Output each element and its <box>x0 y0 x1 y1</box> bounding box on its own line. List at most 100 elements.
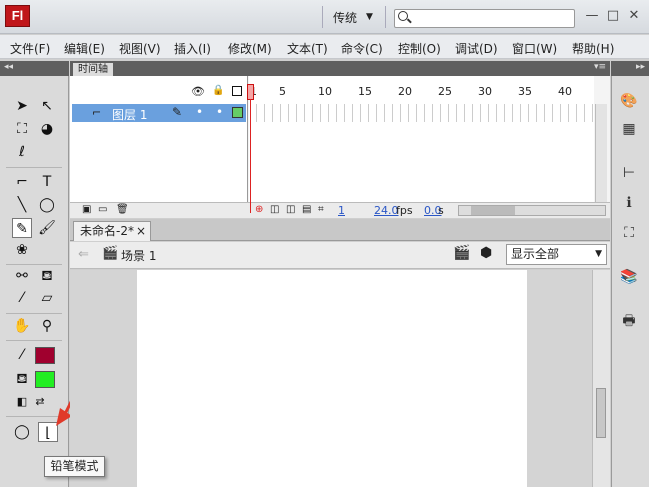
current-frame[interactable]: 1 <box>338 204 345 217</box>
selection-tool-icon[interactable]: ➤ <box>12 96 32 116</box>
eye-icon[interactable]: 👁 <box>191 85 205 98</box>
document-tab-label: 未命名-2* <box>80 224 134 238</box>
hand-tool-icon[interactable]: ✋ <box>12 316 32 336</box>
line-tool-icon[interactable]: ╲ <box>12 195 32 215</box>
menu-text[interactable]: 文本(T) <box>287 40 328 57</box>
flash-logo: Fl <box>5 5 30 27</box>
workspace-dropdown-icon[interactable]: ▼ <box>366 12 373 22</box>
menu-commands[interactable]: 命令(C) <box>341 40 383 57</box>
subselection-tool-icon[interactable]: ↖ <box>37 96 57 116</box>
object-drawing-icon[interactable]: ◯ <box>12 422 32 442</box>
zoom-tool-icon[interactable]: ⚲ <box>37 316 57 336</box>
brush-tool-icon[interactable]: 🖌 <box>37 218 57 238</box>
fps-value[interactable]: 24.0 <box>374 204 399 217</box>
title-separator <box>385 6 386 28</box>
outline-icon[interactable] <box>232 86 242 96</box>
layer-frames[interactable] <box>249 104 594 122</box>
timeline-scrollbar[interactable] <box>595 104 607 202</box>
color-panel-icon[interactable]: 🎨 <box>618 90 640 112</box>
frame-number: 35 <box>518 85 532 98</box>
stage-canvas[interactable] <box>137 270 527 487</box>
eraser-tool-icon[interactable]: ▱ <box>37 288 57 308</box>
stage-scrollbar[interactable] <box>592 270 610 487</box>
properties-panel-icon[interactable]: 🖶 <box>618 310 640 332</box>
playhead[interactable] <box>247 84 254 100</box>
frame-number: 10 <box>318 85 332 98</box>
document-tab[interactable]: 未命名-2* × <box>73 221 151 241</box>
restore-button[interactable]: □ <box>605 8 621 24</box>
chevron-down-icon[interactable]: ▼ <box>595 245 602 264</box>
scene-label[interactable]: 场景 1 <box>121 247 156 264</box>
align-panel-icon[interactable]: ⊢ <box>618 162 640 184</box>
back-arrow-icon[interactable]: ⇐ <box>78 247 89 262</box>
pencil-tool-icon[interactable]: ✎ <box>12 218 32 238</box>
frame-grid[interactable]: 1 5 10 15 20 25 30 35 40 <box>249 76 594 218</box>
menu-insert[interactable]: 插入(I) <box>174 40 211 57</box>
right-panel: 🎨 ▦ ⊢ ℹ ⛶ 📚 🖶 <box>611 76 649 487</box>
search-input[interactable] <box>394 9 575 28</box>
text-tool-icon[interactable]: T <box>37 172 57 192</box>
menu-view[interactable]: 视图(V) <box>119 40 161 57</box>
3d-rotation-tool-icon[interactable]: ◕ <box>37 119 57 139</box>
onion-outline-icon[interactable]: ◫ <box>286 204 295 215</box>
frame-number: 40 <box>558 85 572 98</box>
scroll-thumb[interactable] <box>471 206 515 215</box>
pen-tool-icon[interactable]: ⌐ <box>12 172 32 192</box>
scroll-thumb[interactable] <box>596 388 606 438</box>
time-unit: s <box>438 204 444 217</box>
stroke-color-icon: ⁄ <box>20 347 24 363</box>
eyedropper-tool-icon[interactable]: ⁄ <box>12 288 32 308</box>
oval-tool-icon[interactable]: ◯ <box>37 195 57 215</box>
layer-row[interactable]: ⌐ 图层 1 ✎ • • <box>72 104 246 122</box>
black-white-icon[interactable]: ◧ <box>12 392 32 412</box>
swatches-panel-icon[interactable]: ▦ <box>618 118 640 140</box>
info-panel-icon[interactable]: ℹ <box>618 192 640 214</box>
collapse-icon[interactable]: ◂◂ <box>4 62 13 72</box>
minimize-button[interactable]: — <box>584 8 600 24</box>
center-frame-icon[interactable]: ⊕ <box>255 204 263 215</box>
paint-bucket-tool-icon[interactable]: ⛾ <box>37 266 57 286</box>
close-button[interactable]: ✕ <box>626 8 642 24</box>
lock-dot[interactable]: • <box>216 105 223 119</box>
free-transform-tool-icon[interactable]: ⛶ <box>12 119 32 139</box>
toolbar-header[interactable]: ◂◂ <box>0 61 69 76</box>
layer-name[interactable]: 图层 1 <box>112 106 147 123</box>
menu-control[interactable]: 控制(O) <box>398 40 441 57</box>
menu-edit[interactable]: 编辑(E) <box>64 40 105 57</box>
pencil-icon: ✎ <box>172 105 183 119</box>
transform-panel-icon[interactable]: ⛶ <box>618 222 640 244</box>
tool-separator <box>6 313 62 314</box>
edit-frames-icon[interactable]: ▤ <box>302 204 311 215</box>
library-panel-icon[interactable]: 📚 <box>618 266 640 288</box>
lock-icon[interactable]: 🔒 <box>212 85 224 96</box>
zoom-select[interactable]: 显示全部 ▼ <box>506 244 607 265</box>
edit-symbol-icon[interactable]: ⬢ <box>480 245 492 261</box>
new-layer-icon[interactable]: ▣ <box>82 204 91 215</box>
menu-help[interactable]: 帮助(H) <box>572 40 614 57</box>
expand-icon[interactable]: ▸▸ <box>636 62 645 72</box>
zoom-value: 显示全部 <box>511 247 560 261</box>
workspace-switcher[interactable]: 传统 <box>333 9 357 26</box>
menu-modify[interactable]: 修改(M) <box>228 40 272 57</box>
swap-colors-icon[interactable]: ⇄ <box>30 392 50 412</box>
menu-file[interactable]: 文件(F) <box>10 40 50 57</box>
delete-icon[interactable]: 🗑 <box>116 204 129 215</box>
title-separator <box>322 6 323 28</box>
panel-menu-icon[interactable]: ▾≡ <box>594 62 606 72</box>
layer-outline-color[interactable] <box>232 107 243 118</box>
visibility-dot[interactable]: • <box>196 105 203 119</box>
timeline-hscrollbar[interactable] <box>458 205 606 216</box>
onion-skin-icon[interactable]: ◫ <box>270 204 279 215</box>
menu-debug[interactable]: 调试(D) <box>455 40 498 57</box>
new-folder-icon[interactable]: ▭ <box>98 204 107 215</box>
deco-tool-icon[interactable]: ❀ <box>12 240 32 260</box>
lasso-tool-icon[interactable]: ℓ <box>12 142 32 162</box>
edit-scene-icon[interactable]: 🎬 <box>453 245 470 261</box>
modify-markers-icon[interactable]: ⌗ <box>318 204 324 215</box>
tool-separator <box>6 167 62 168</box>
close-document-icon[interactable]: × <box>136 222 146 240</box>
bone-tool-icon[interactable]: ⚯ <box>12 266 32 286</box>
frame-number: 25 <box>438 85 452 98</box>
menu-window[interactable]: 窗口(W) <box>512 40 557 57</box>
tab-timeline[interactable]: 时间轴 <box>73 63 113 76</box>
